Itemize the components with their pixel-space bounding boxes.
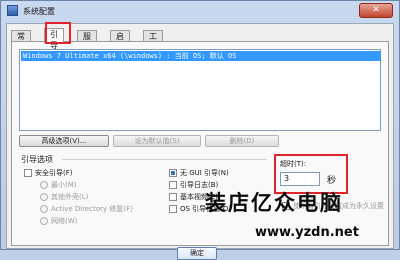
window-title: 系统配置 [23, 7, 55, 16]
timeout-label: 超时(T): [280, 160, 307, 168]
close-button[interactable]: ✕ [359, 3, 393, 18]
system-config-window: 系统配置 ✕ 常规 引导 服务 启动 工具 Windows 7 Ultimate… [0, 0, 400, 260]
ok-button[interactable]: 确定 [177, 247, 217, 260]
checkbox-box [169, 181, 177, 189]
checkbox-box [24, 169, 32, 177]
safe-boot-checkbox[interactable]: 安全引导(F) [24, 168, 73, 178]
radio-circle [40, 205, 48, 213]
ad-repair-radio[interactable]: Active Directory 修复(F) [40, 204, 133, 214]
delete-button[interactable]: 删除(D) [205, 135, 279, 147]
set-default-button[interactable]: 设为默认值(S) [113, 135, 201, 147]
advanced-options-button[interactable]: 高级选项(V)... [19, 135, 109, 147]
alternate-shell-radio[interactable]: 其他外壳(L) [40, 192, 88, 202]
app-icon [7, 5, 18, 16]
boot-options-group-label: 引导选项 [21, 155, 53, 164]
title-bar[interactable]: 系统配置 ✕ [1, 1, 399, 21]
watermark-text: 装店亿众电脑 [205, 190, 343, 215]
network-radio[interactable]: 网络(W) [40, 216, 77, 226]
minimal-radio[interactable]: 最小(M) [40, 180, 77, 190]
os-list-item[interactable]: Windows 7 Ultimate x64 (\windows) : 当前 O… [21, 51, 381, 61]
tab-boot[interactable]: 引导 [44, 28, 64, 50]
checkbox-box [169, 205, 177, 213]
no-gui-boot-checkbox[interactable]: 无 GUI 引导(N) [169, 168, 229, 178]
group-divider [62, 159, 267, 160]
watermark-url: www.yzdn.net [255, 225, 359, 240]
checkbox-box [169, 169, 177, 177]
timeout-input[interactable]: 3 [280, 172, 320, 186]
radio-circle [40, 193, 48, 201]
radio-circle [40, 181, 48, 189]
timeout-unit: 秒 [327, 176, 337, 186]
os-list[interactable]: Windows 7 Ultimate x64 (\windows) : 当前 O… [19, 49, 381, 131]
checkbox-box [169, 193, 177, 201]
radio-circle [40, 217, 48, 225]
